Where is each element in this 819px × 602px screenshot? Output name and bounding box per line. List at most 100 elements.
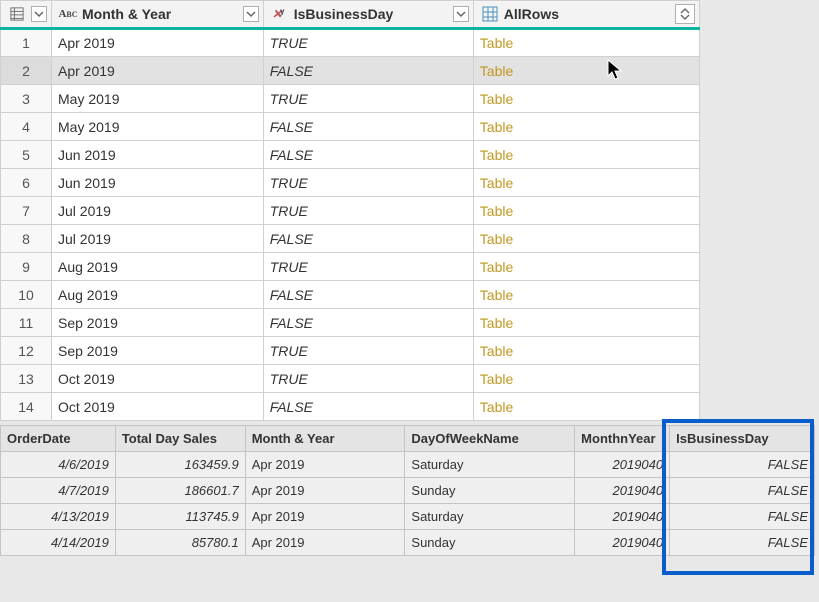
table-row[interactable]: 13Oct 2019TRUETable [1, 365, 700, 393]
bizday-cell[interactable]: FALSE [263, 225, 473, 253]
table-row[interactable]: 4May 2019FALSETable [1, 113, 700, 141]
cell-monthnyear[interactable]: 2019040 [575, 530, 670, 556]
preview-header-sales[interactable]: Total Day Sales [115, 426, 245, 452]
month-cell[interactable]: Jul 2019 [52, 225, 264, 253]
cell-month[interactable]: Apr 2019 [245, 452, 405, 478]
bizday-cell[interactable]: TRUE [263, 253, 473, 281]
bizday-cell[interactable]: FALSE [263, 393, 473, 421]
month-cell[interactable]: Aug 2019 [52, 281, 264, 309]
allrows-link-cell[interactable]: Table [473, 225, 699, 253]
cell-orderdate[interactable]: 4/14/2019 [1, 530, 116, 556]
allrows-link-cell[interactable]: Table [473, 337, 699, 365]
table-row[interactable]: 1Apr 2019TRUETable [1, 29, 700, 57]
month-cell[interactable]: Aug 2019 [52, 253, 264, 281]
allrows-link-cell[interactable]: Table [473, 141, 699, 169]
row-number-cell[interactable]: 9 [1, 253, 52, 281]
column-header-month-year[interactable]: ABC Month & Year [52, 1, 264, 29]
month-cell[interactable]: Jul 2019 [52, 197, 264, 225]
chevron-down-icon[interactable] [243, 6, 259, 22]
table-row[interactable]: 12Sep 2019TRUETable [1, 337, 700, 365]
row-number-cell[interactable]: 10 [1, 281, 52, 309]
table-row[interactable]: 6Jun 2019TRUETable [1, 169, 700, 197]
allrows-link-cell[interactable]: Table [473, 169, 699, 197]
cell-dow[interactable]: Sunday [405, 530, 575, 556]
month-cell[interactable]: May 2019 [52, 85, 264, 113]
cell-orderdate[interactable]: 4/13/2019 [1, 504, 116, 530]
preview-row[interactable]: 4/13/2019113745.9Apr 2019Saturday2019040… [1, 504, 815, 530]
cell-sales[interactable]: 163459.9 [115, 452, 245, 478]
bizday-cell[interactable]: TRUE [263, 365, 473, 393]
row-number-cell[interactable]: 8 [1, 225, 52, 253]
row-number-cell[interactable]: 13 [1, 365, 52, 393]
month-cell[interactable]: Jun 2019 [52, 169, 264, 197]
month-cell[interactable]: Oct 2019 [52, 365, 264, 393]
bizday-cell[interactable]: TRUE [263, 29, 473, 57]
chevron-down-icon[interactable] [453, 6, 469, 22]
preview-header-month[interactable]: Month & Year [245, 426, 405, 452]
preview-row[interactable]: 4/6/2019163459.9Apr 2019Saturday2019040F… [1, 452, 815, 478]
month-cell[interactable]: Sep 2019 [52, 309, 264, 337]
row-number-cell[interactable]: 1 [1, 29, 52, 57]
allrows-link-cell[interactable]: Table [473, 365, 699, 393]
row-number-cell[interactable]: 3 [1, 85, 52, 113]
cell-isbiz[interactable]: FALSE [670, 530, 815, 556]
table-row[interactable]: 5Jun 2019FALSETable [1, 141, 700, 169]
preview-row[interactable]: 4/7/2019186601.7Apr 2019Sunday2019040FAL… [1, 478, 815, 504]
bizday-cell[interactable]: FALSE [263, 113, 473, 141]
cell-sales[interactable]: 113745.9 [115, 504, 245, 530]
table-row[interactable]: 3May 2019TRUETable [1, 85, 700, 113]
preview-header-dow[interactable]: DayOfWeekName [405, 426, 575, 452]
cell-monthnyear[interactable]: 2019040 [575, 452, 670, 478]
cell-sales[interactable]: 186601.7 [115, 478, 245, 504]
row-number-cell[interactable]: 11 [1, 309, 52, 337]
cell-month[interactable]: Apr 2019 [245, 478, 405, 504]
bizday-cell[interactable]: FALSE [263, 281, 473, 309]
month-cell[interactable]: Sep 2019 [52, 337, 264, 365]
row-number-cell[interactable]: 4 [1, 113, 52, 141]
cell-monthnyear[interactable]: 2019040 [575, 504, 670, 530]
allrows-link-cell[interactable]: Table [473, 29, 699, 57]
preview-data-grid[interactable]: OrderDate Total Day Sales Month & Year D… [0, 425, 815, 556]
cell-dow[interactable]: Saturday [405, 504, 575, 530]
month-cell[interactable]: Jun 2019 [52, 141, 264, 169]
bizday-cell[interactable]: FALSE [263, 57, 473, 85]
cell-sales[interactable]: 85780.1 [115, 530, 245, 556]
bizday-cell[interactable]: TRUE [263, 169, 473, 197]
bizday-cell[interactable]: FALSE [263, 309, 473, 337]
row-number-cell[interactable]: 12 [1, 337, 52, 365]
allrows-link-cell[interactable]: Table [473, 85, 699, 113]
bizday-cell[interactable]: FALSE [263, 141, 473, 169]
cell-isbiz[interactable]: FALSE [670, 504, 815, 530]
allrows-link-cell[interactable]: Table [473, 113, 699, 141]
preview-header-monthnyear[interactable]: MonthnYear [575, 426, 670, 452]
table-row[interactable]: 7Jul 2019TRUETable [1, 197, 700, 225]
cell-monthnyear[interactable]: 2019040 [575, 478, 670, 504]
month-cell[interactable]: May 2019 [52, 113, 264, 141]
preview-header-orderdate[interactable]: OrderDate [1, 426, 116, 452]
chevron-down-icon[interactable] [31, 6, 47, 22]
row-number-cell[interactable]: 6 [1, 169, 52, 197]
cell-dow[interactable]: Sunday [405, 478, 575, 504]
table-row[interactable]: 8Jul 2019FALSETable [1, 225, 700, 253]
table-row[interactable]: 9Aug 2019TRUETable [1, 253, 700, 281]
cell-isbiz[interactable]: FALSE [670, 452, 815, 478]
allrows-link-cell[interactable]: Table [473, 281, 699, 309]
row-number-cell[interactable]: 2 [1, 57, 52, 85]
cell-orderdate[interactable]: 4/7/2019 [1, 478, 116, 504]
table-row[interactable]: 14Oct 2019FALSETable [1, 393, 700, 421]
cell-month[interactable]: Apr 2019 [245, 504, 405, 530]
expand-icon[interactable] [675, 4, 695, 24]
cell-isbiz[interactable]: FALSE [670, 478, 815, 504]
row-number-header[interactable] [1, 1, 52, 29]
row-number-cell[interactable]: 7 [1, 197, 52, 225]
bizday-cell[interactable]: TRUE [263, 197, 473, 225]
month-cell[interactable]: Oct 2019 [52, 393, 264, 421]
preview-row[interactable]: 4/14/201985780.1Apr 2019Sunday2019040FAL… [1, 530, 815, 556]
column-header-isbusinessday[interactable]: ✕y IsBusinessDay [263, 1, 473, 29]
allrows-link-cell[interactable]: Table [473, 253, 699, 281]
allrows-link-cell[interactable]: Table [473, 309, 699, 337]
row-number-cell[interactable]: 5 [1, 141, 52, 169]
main-data-grid[interactable]: ABC Month & Year ✕y IsBusinessDay [0, 0, 700, 421]
table-row[interactable]: 11Sep 2019FALSETable [1, 309, 700, 337]
cell-dow[interactable]: Saturday [405, 452, 575, 478]
